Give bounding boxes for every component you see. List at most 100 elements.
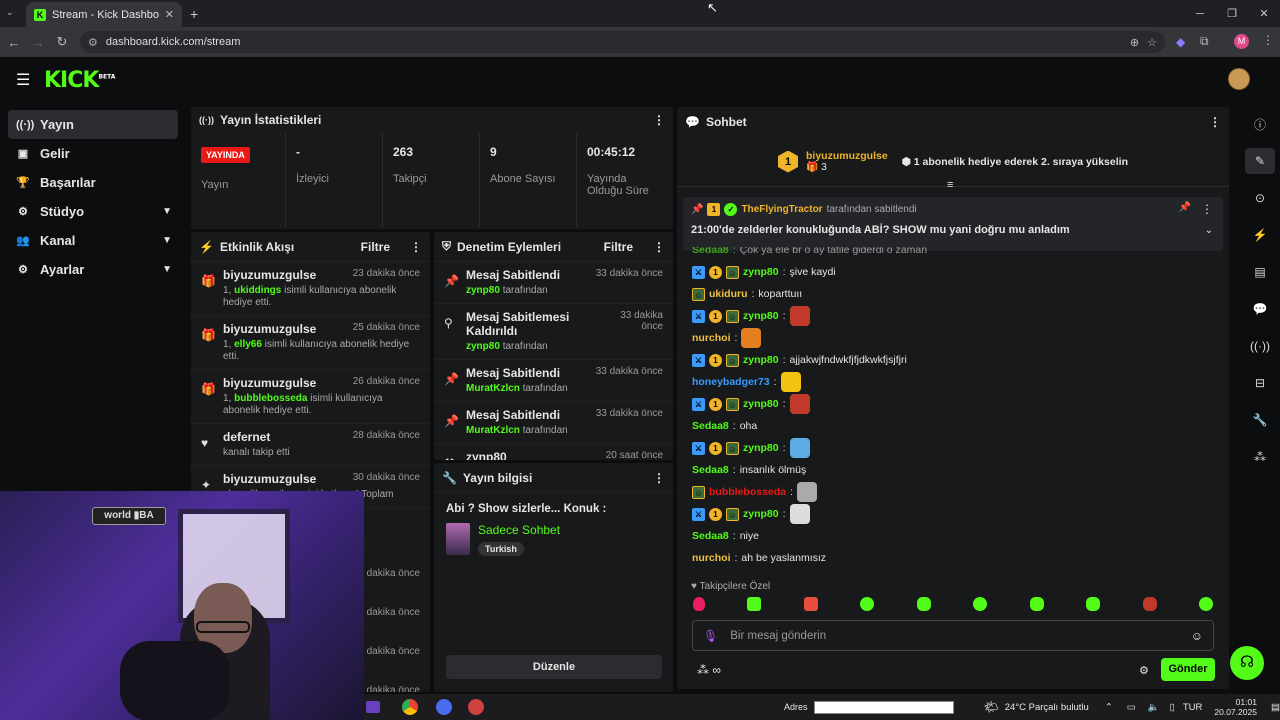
emote-icon[interactable] [860, 597, 875, 611]
more-options-icon[interactable]: ⋮ [653, 471, 665, 485]
emote-icon[interactable] [916, 597, 931, 611]
chat-username[interactable]: Sedaa8 [692, 247, 729, 256]
collapse-icon[interactable]: ≡ [947, 179, 953, 191]
send-button[interactable]: Gönder [1161, 658, 1215, 681]
clock[interactable]: 01:01 20.07.2025 [1214, 697, 1257, 717]
browser-menu-icon[interactable]: ⋮ [1262, 33, 1274, 47]
camera-icon[interactable]: ⊙ [1245, 185, 1275, 211]
close-window-icon[interactable]: ✕ [1248, 0, 1280, 27]
emote-icon[interactable] [1086, 597, 1101, 611]
speaker-icon[interactable]: 🔈 [1148, 702, 1160, 713]
chat-bubble-icon[interactable]: 💬 [1245, 296, 1275, 322]
tab-search-icon[interactable]: ⌄ [6, 7, 14, 18]
info-icon[interactable]: ⓘ [1245, 111, 1275, 137]
new-tab-icon[interactable]: + [190, 6, 198, 22]
browser-tab[interactable]: K Stream - Kick Dashboard ✕ [26, 2, 182, 27]
emote-icon[interactable] [1142, 597, 1157, 611]
emote-icon[interactable] [747, 597, 762, 611]
unpin-icon[interactable]: 📌 [1179, 202, 1191, 213]
network-icon[interactable]: ▭ [1127, 702, 1136, 713]
chat-username[interactable]: zynp80 [743, 354, 779, 366]
panel-title: Etkinlik Akışı [219, 239, 295, 254]
more-options-icon[interactable]: ⋮ [653, 113, 665, 127]
more-options-icon[interactable]: ⋮ [653, 240, 665, 254]
back-icon[interactable]: ← [2, 35, 26, 50]
chat-username[interactable]: bubblebosseda [709, 486, 786, 498]
emote-icon[interactable] [803, 597, 818, 611]
emote-icon[interactable] [1198, 597, 1213, 611]
community-icon[interactable]: ⁂ ∞ [697, 663, 721, 677]
community-icon[interactable]: ⁂ [1245, 444, 1275, 470]
site-info-icon[interactable]: ⚙ [88, 36, 98, 49]
filter-button[interactable]: Filtre [604, 240, 633, 254]
profile-avatar[interactable]: M [1234, 34, 1249, 49]
more-options-icon[interactable]: ⋮ [1201, 202, 1213, 216]
sidebar-item-studyo[interactable]: ⚙ Stüdyo ▼ [8, 197, 178, 226]
url-input[interactable]: ⚙ dashboard.kick.com/stream ⊕ ☆ [80, 31, 1165, 53]
chevron-down-icon[interactable]: ⌄ [1205, 225, 1213, 236]
app-icon[interactable] [468, 699, 484, 715]
support-chat-button[interactable]: ☊ [1230, 646, 1264, 680]
language-indicator[interactable]: TUR [1183, 702, 1203, 713]
extension-icon[interactable]: ◆ [1176, 35, 1185, 49]
kick-logo[interactable]: KICKBETA [44, 68, 115, 93]
battery-icon[interactable]: ▯ [1170, 702, 1175, 713]
more-options-icon[interactable]: ⋮ [410, 240, 422, 254]
sidebar-item-yayin[interactable]: ((·)) Yayın [8, 110, 178, 139]
sidebar-item-kanal[interactable]: 👥 Kanal ▼ [8, 226, 178, 255]
chrome-icon[interactable] [402, 699, 418, 715]
layout-icon[interactable]: ⊟ [1245, 370, 1275, 396]
tab-title: Stream - Kick Dashboard [52, 8, 159, 21]
chat-username[interactable]: nurchoi [692, 552, 731, 564]
microphone-icon[interactable]: 🎙 [703, 629, 718, 643]
emote-icon[interactable] [973, 597, 988, 611]
chat-username[interactable]: zynp80 [743, 398, 779, 410]
lightning-icon[interactable]: ⚡ [1245, 222, 1275, 248]
restore-icon[interactable]: ❐ [1216, 0, 1248, 27]
chat-username[interactable]: honeybadger73 [692, 376, 770, 388]
reload-icon[interactable]: ↻ [50, 34, 74, 50]
chat-username[interactable]: ukiduru [709, 288, 748, 300]
zoom-icon[interactable]: ⊕ [1130, 36, 1139, 49]
pencil-icon[interactable]: ✎ [1245, 148, 1275, 174]
chat-username[interactable]: nurchoi [692, 332, 731, 344]
chat-username[interactable]: zynp80 [743, 442, 779, 454]
edit-button[interactable]: Düzenle [446, 655, 662, 679]
emote-icon[interactable] [1029, 597, 1044, 611]
category-thumbnail[interactable] [446, 523, 470, 555]
emote-bar [693, 597, 1213, 611]
category-link[interactable]: Sadece Sohbet [478, 523, 560, 537]
emote-icon[interactable] [693, 597, 705, 611]
chat-username[interactable]: zynp80 [743, 310, 779, 322]
app-icon[interactable] [436, 699, 452, 715]
wrench-icon[interactable]: 🔧 [1245, 407, 1275, 433]
clipboard-icon[interactable]: ▤ [1245, 259, 1275, 285]
filter-button[interactable]: Filtre [361, 240, 390, 254]
notification-icon[interactable]: ▤ [1271, 702, 1280, 713]
chat-username[interactable]: zynp80 [743, 508, 779, 520]
user-avatar[interactable] [1228, 68, 1250, 90]
emoji-icon[interactable]: ☺ [1191, 629, 1203, 643]
chevron-up-icon[interactable]: ⌃ [1105, 702, 1113, 713]
minimize-icon[interactable]: ─ [1184, 0, 1216, 27]
bookmark-star-icon[interactable]: ☆ [1147, 36, 1157, 49]
extensions-puzzle-icon[interactable]: ⧉ [1200, 34, 1209, 49]
weather-text[interactable]: 24°C Parçalı bulutlu [1005, 702, 1089, 713]
chat-input[interactable]: 🎙 Bir mesaj gönderin ☺ [692, 620, 1214, 651]
sidebar-item-gelir[interactable]: ▣ Gelir [8, 139, 178, 168]
hamburger-menu-icon[interactable]: ☰ [16, 70, 30, 90]
gear-icon[interactable]: ⚙ [1139, 664, 1149, 677]
more-options-icon[interactable]: ⋮ [1209, 115, 1221, 129]
chat-username[interactable]: Sedaa8 [692, 464, 729, 476]
sidebar-item-ayarlar[interactable]: ⚙ Ayarlar ▼ [8, 255, 178, 284]
chat-username[interactable]: Sedaa8 [692, 420, 729, 432]
forward-icon[interactable]: → [26, 35, 50, 50]
chat-username[interactable]: Sedaa8 [692, 530, 729, 542]
close-tab-icon[interactable]: ✕ [165, 8, 174, 21]
gift-leaderboard[interactable]: 1 biyuzumuzgulse 🎁 3 ⬢ 1 abonelik hediye … [677, 137, 1229, 191]
taskbar-address-input[interactable] [813, 700, 954, 714]
broadcast-icon[interactable]: ((·)) [1245, 333, 1275, 359]
app-icon[interactable] [366, 701, 380, 713]
sidebar-item-basarilar[interactable]: 🏆 Başarılar [8, 168, 178, 197]
chat-username[interactable]: zynp80 [743, 266, 779, 278]
